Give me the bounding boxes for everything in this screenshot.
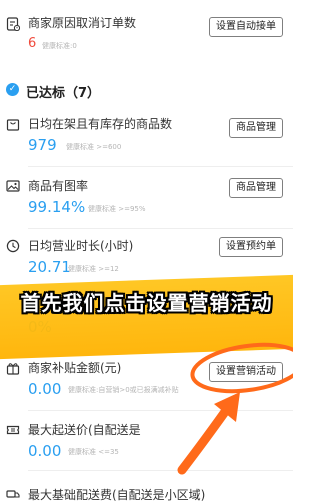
- divider: [28, 166, 293, 167]
- document-alert-icon: [6, 16, 21, 32]
- metric-title: 商家原因取消订单数: [28, 16, 137, 30]
- metric-hint: 健康标准 <=35: [68, 448, 119, 456]
- set-auto-accept-button[interactable]: 设置自动接单: [209, 17, 283, 37]
- metric-value: 99.14%: [28, 198, 86, 216]
- ticket-icon: [6, 422, 20, 436]
- metric-value: 6: [28, 36, 37, 51]
- check-circle-icon: ✓: [6, 83, 19, 96]
- section-title: 已达标（7）: [26, 86, 101, 101]
- image-icon: [6, 178, 20, 192]
- set-reservation-button[interactable]: 设置预约单: [219, 237, 283, 257]
- metric-title: 商家补贴金额(元): [28, 361, 122, 375]
- metric-max-min-order: 最大起送价(自配送是 0.00 健康标准 <=35: [0, 416, 293, 460]
- divider: [28, 410, 293, 411]
- metric-hint: 健康标准:自营销>0或已报满减补贴: [68, 386, 179, 394]
- gift-icon: [6, 360, 20, 375]
- metric-hint: 健康标准:0: [42, 42, 77, 50]
- metric-max-delivery-fee: 最大基础配送费(自配送是小区域): [0, 480, 293, 501]
- metric-cancelled-orders: 商家原因取消订单数 6 健康标准:0 设置自动接单: [0, 0, 293, 62]
- metric-in-stock-products: 日均在架且有库存的商品数 979 健康标准 >=600 商品管理: [0, 110, 293, 166]
- delivery-icon: [6, 486, 20, 500]
- metric-business-hours: 日均营业时长(小时) 20.71 健康标准 >=12 设置预约单: [0, 234, 293, 280]
- metric-title: 商品有图率: [28, 179, 89, 193]
- metric-hint: 健康标准 >=12: [68, 265, 119, 273]
- metric-title: 日均在架且有库存的商品数: [28, 117, 173, 131]
- product-management-button[interactable]: 商品管理: [229, 178, 283, 198]
- metric-image-rate: 商品有图率 99.14% 健康标准 >=95% 商品管理: [0, 172, 293, 228]
- metric-value: 979: [28, 136, 57, 154]
- metric-title: 日均营业时长(小时): [28, 239, 134, 253]
- divider: [28, 470, 293, 471]
- clock-icon: [6, 238, 20, 253]
- metric-hint: 健康标准 >=600: [66, 143, 122, 151]
- metric-hint: 健康标准 >=95%: [88, 205, 146, 213]
- metric-title: 最大起送价(自配送是: [28, 423, 141, 437]
- tutorial-caption: 首先我们点击设置营销活动: [20, 291, 273, 315]
- metric-value: 20.71: [28, 258, 71, 276]
- divider: [28, 228, 293, 229]
- set-marketing-activity-button[interactable]: 设置营销活动: [209, 362, 283, 382]
- metric-value: 0.00: [28, 380, 62, 398]
- metric-merchant-subsidy: 商家补贴金额(元) 0.00 健康标准:自营销>0或已报满减补贴 设置营销活动: [0, 354, 293, 410]
- shopping-bag-icon: [6, 116, 20, 131]
- metric-value: 0.00: [28, 442, 62, 460]
- product-management-button[interactable]: 商品管理: [229, 118, 283, 138]
- metric-title: 最大基础配送费(自配送是小区域): [28, 488, 206, 501]
